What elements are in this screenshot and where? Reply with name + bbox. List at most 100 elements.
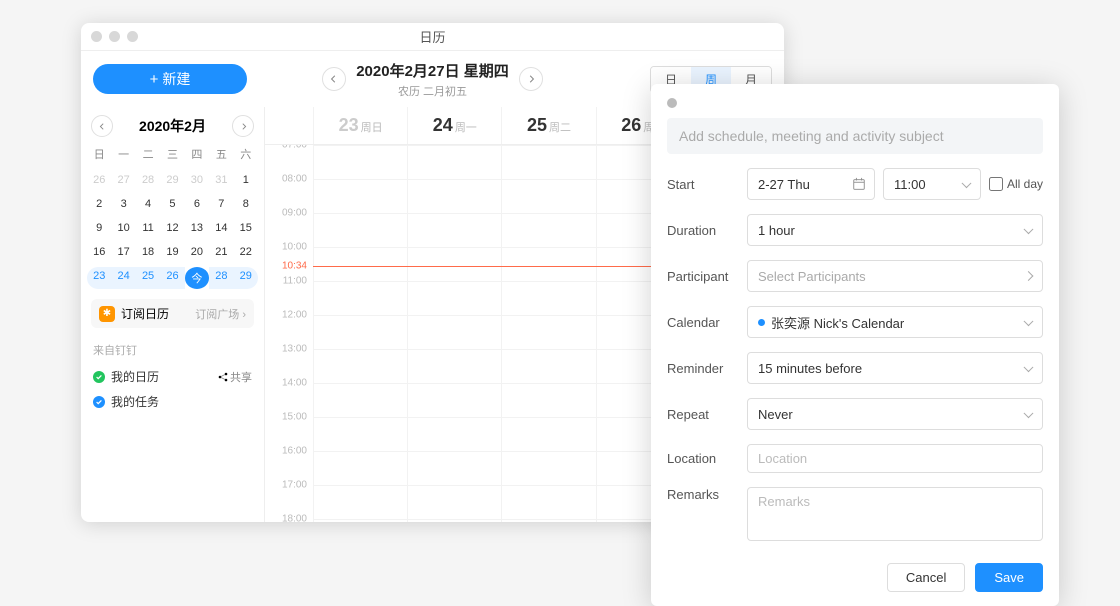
- calendar-name: 我的日历: [111, 368, 159, 385]
- mini-day-cell[interactable]: 15: [234, 219, 258, 237]
- remarks-input[interactable]: [747, 487, 1043, 541]
- mini-day-cell[interactable]: 14: [209, 219, 233, 237]
- save-button[interactable]: Save: [975, 563, 1043, 592]
- repeat-select[interactable]: Never: [747, 398, 1043, 430]
- row-calendar: Calendar 张奕源 Nick's Calendar: [667, 306, 1043, 338]
- mini-day-cell[interactable]: 6: [185, 195, 209, 213]
- mini-day-cell[interactable]: 28: [136, 171, 160, 189]
- mini-day-cell[interactable]: 2: [87, 195, 111, 213]
- hour-label: 16:00: [282, 446, 307, 457]
- day-number: 25: [527, 115, 547, 135]
- participant-select[interactable]: Select Participants: [747, 260, 1043, 292]
- row-remarks: Remarks: [667, 487, 1043, 541]
- mini-day-cell[interactable]: 7: [209, 195, 233, 213]
- hour-label: 15:00: [282, 412, 307, 423]
- calendar-color-icon: [758, 319, 765, 326]
- hour-label: 09:00: [282, 208, 307, 219]
- mini-day-cell[interactable]: 26: [160, 267, 184, 289]
- mini-dow: 一: [111, 143, 135, 165]
- mini-day-cell[interactable]: 29: [160, 171, 184, 189]
- day-col-line: [407, 145, 408, 522]
- subject-input[interactable]: [667, 118, 1043, 154]
- calendar-icon: [852, 177, 866, 191]
- mini-day-cell[interactable]: 23: [87, 267, 111, 289]
- hour-label: 07:00: [282, 145, 307, 151]
- mini-next-button[interactable]: [232, 115, 254, 137]
- next-week-button[interactable]: [519, 67, 543, 91]
- start-time-select[interactable]: 11:00: [883, 168, 981, 200]
- mini-day-cell[interactable]: 24: [111, 267, 135, 289]
- mini-day-cell[interactable]: 9: [87, 219, 111, 237]
- date-display: 2020年2月27日 星期四 农历 二月初五: [356, 60, 509, 99]
- mini-dow: 日: [87, 143, 111, 165]
- mini-day-cell[interactable]: 22: [234, 243, 258, 261]
- mini-day-cell[interactable]: 8: [234, 195, 258, 213]
- mini-day-cell[interactable]: 10: [111, 219, 135, 237]
- subscribe-plaza[interactable]: 订阅广场 ›: [195, 306, 246, 322]
- chevron-right-icon: [240, 123, 247, 130]
- reminder-select[interactable]: 15 minutes before: [747, 352, 1043, 384]
- calendar-item[interactable]: 我的任务: [81, 389, 264, 414]
- calendar-value: 张奕源 Nick's Calendar: [771, 313, 904, 332]
- mini-day-cell[interactable]: 25: [136, 267, 160, 289]
- mini-day-cell[interactable]: 21: [209, 243, 233, 261]
- subscribe-calendar[interactable]: ✱ 订阅日历 订阅广场 ›: [91, 299, 254, 328]
- mini-day-cell[interactable]: 4: [136, 195, 160, 213]
- popover-handle-icon[interactable]: [667, 98, 677, 108]
- mini-day-cell[interactable]: 26: [87, 171, 111, 189]
- all-day-label: All day: [1007, 177, 1043, 191]
- start-date-picker[interactable]: 2-27 Thu: [747, 168, 875, 200]
- mini-day-cell[interactable]: 18: [136, 243, 160, 261]
- row-participant: Participant Select Participants: [667, 260, 1043, 292]
- hour-label: 10:00: [282, 242, 307, 253]
- day-label: 周一: [455, 122, 477, 134]
- all-day-toggle[interactable]: All day: [989, 177, 1043, 191]
- mini-day-cell[interactable]: 29: [234, 267, 258, 289]
- mini-day-cell[interactable]: 12: [160, 219, 184, 237]
- mini-day-cell[interactable]: 19: [160, 243, 184, 261]
- calendar-item[interactable]: 我的日历 共享: [81, 364, 264, 389]
- mini-day-cell[interactable]: 30: [185, 171, 209, 189]
- hour-label: 12:00: [282, 310, 307, 321]
- mini-day-cell[interactable]: 11: [136, 219, 160, 237]
- mini-day-cell[interactable]: 20: [185, 243, 209, 261]
- all-day-checkbox[interactable]: [989, 177, 1003, 191]
- chevron-left-icon: [330, 75, 338, 83]
- day-header-cell[interactable]: 25周二: [501, 107, 595, 144]
- mini-day-cell[interactable]: 31: [209, 171, 233, 189]
- cancel-button[interactable]: Cancel: [887, 563, 965, 592]
- mini-prev-button[interactable]: [91, 115, 113, 137]
- day-label: 周二: [549, 122, 571, 134]
- check-icon: [93, 396, 105, 408]
- mini-day-cell[interactable]: 17: [111, 243, 135, 261]
- mini-cal-header: 2020年2月: [81, 115, 264, 143]
- duration-select[interactable]: 1 hour: [747, 214, 1043, 246]
- day-header-cell[interactable]: 24周一: [407, 107, 501, 144]
- new-event-button[interactable]: 新建: [93, 64, 247, 94]
- mini-day-cell[interactable]: 16: [87, 243, 111, 261]
- reminder-value: 15 minutes before: [758, 361, 862, 376]
- repeat-label: Repeat: [667, 407, 737, 422]
- mini-day-cell[interactable]: 今: [185, 267, 209, 289]
- share-icon: [218, 372, 228, 382]
- mini-day-cell[interactable]: 13: [185, 219, 209, 237]
- sidebar: 2020年2月 日一二三四五六2627282930311234567891011…: [81, 107, 265, 522]
- location-input[interactable]: [747, 444, 1043, 473]
- day-col-line: [596, 145, 597, 522]
- prev-week-button[interactable]: [322, 67, 346, 91]
- mini-day-cell[interactable]: 28: [209, 267, 233, 289]
- day-header-cell[interactable]: 23周日: [313, 107, 407, 144]
- start-label: Start: [667, 177, 737, 192]
- mini-calendar[interactable]: 日一二三四五六262728293031123456789101112131415…: [81, 143, 264, 289]
- now-label: 10:34: [282, 261, 307, 272]
- row-location: Location: [667, 444, 1043, 473]
- repeat-value: Never: [758, 407, 793, 422]
- mini-day-cell[interactable]: 5: [160, 195, 184, 213]
- calendar-select[interactable]: 张奕源 Nick's Calendar: [747, 306, 1043, 338]
- calendar-label: Calendar: [667, 315, 737, 330]
- mini-day-cell[interactable]: 3: [111, 195, 135, 213]
- share-button[interactable]: 共享: [218, 369, 252, 385]
- mini-day-cell[interactable]: 27: [111, 171, 135, 189]
- time-gutter: 07:0008:0009:0010:0011:0012:0013:0014:00…: [265, 145, 313, 522]
- mini-day-cell[interactable]: 1: [234, 171, 258, 189]
